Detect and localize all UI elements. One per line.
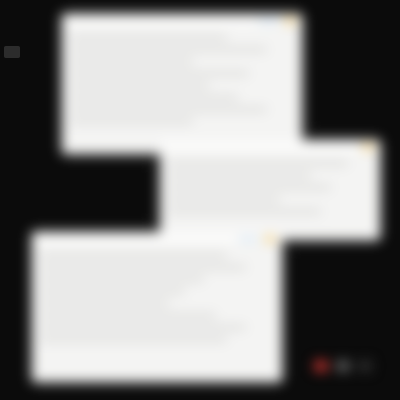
window-bottom-titlebar[interactable]	[32, 232, 282, 247]
text-line	[40, 301, 169, 306]
window-bottom-content	[32, 247, 282, 355]
text-line	[70, 107, 268, 112]
window-top[interactable]	[62, 14, 302, 154]
window-middle-accent-icon[interactable]	[362, 143, 374, 151]
text-line	[40, 265, 246, 270]
window-top-accent-icon[interactable]	[284, 17, 296, 25]
window-top-tab-indicator	[258, 19, 280, 23]
window-middle[interactable]	[160, 140, 380, 240]
text-line	[70, 35, 227, 40]
text-line	[168, 209, 321, 214]
window-bottom-accent-icon[interactable]	[264, 235, 276, 243]
text-line	[40, 277, 204, 282]
text-line	[168, 173, 311, 178]
text-line	[40, 289, 186, 294]
window-bottom[interactable]	[32, 232, 282, 382]
window-bottom-tab-indicator	[238, 237, 260, 241]
window-top-content	[62, 29, 302, 137]
window-top-titlebar[interactable]	[62, 14, 302, 29]
text-line	[168, 161, 348, 166]
text-line	[40, 253, 228, 258]
app-icon-dark[interactable]	[358, 360, 372, 372]
window-middle-titlebar[interactable]	[160, 140, 380, 155]
text-line	[40, 337, 228, 342]
text-line	[40, 313, 216, 318]
text-line	[70, 83, 209, 88]
text-line	[70, 119, 194, 124]
text-line	[70, 59, 194, 64]
text-line	[70, 95, 238, 100]
window-middle-content	[160, 155, 380, 227]
text-line	[70, 47, 268, 52]
dock	[314, 360, 372, 372]
desktop	[0, 0, 400, 400]
text-line	[168, 185, 332, 190]
blurred-window-layer	[0, 0, 400, 400]
app-icon-red[interactable]	[314, 360, 328, 372]
text-line	[70, 71, 250, 76]
text-line	[40, 325, 246, 330]
text-line	[168, 197, 281, 202]
app-icon-grey[interactable]	[336, 360, 350, 372]
